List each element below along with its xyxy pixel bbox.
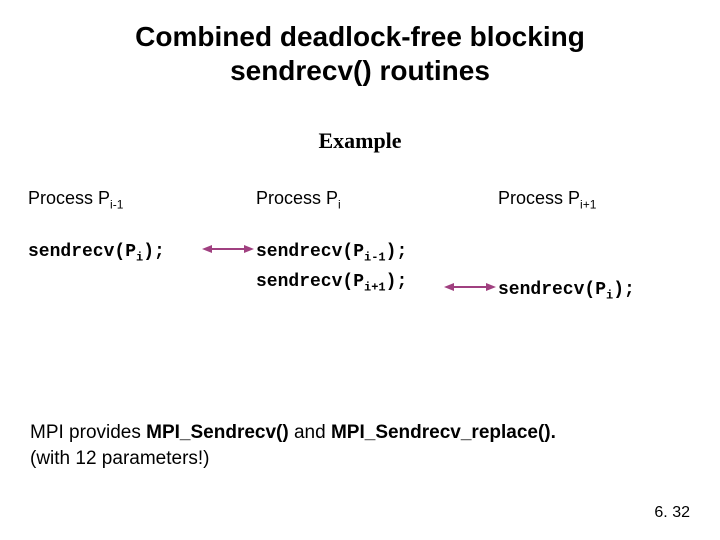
proc-prefix: Process P xyxy=(28,188,110,208)
mpi-fn-2: MPI_Sendrecv_replace(). xyxy=(331,422,556,443)
code-suffix: ); xyxy=(613,280,635,300)
code-mid-2: sendrecv(Pi+1); xyxy=(256,272,476,295)
double-arrow-icon xyxy=(444,280,496,294)
body-line-2: (with 12 parameters!) xyxy=(30,448,210,469)
body-mid: and xyxy=(289,422,331,443)
code-prefix: sendrecv(P xyxy=(256,242,364,262)
code-suffix: ); xyxy=(143,242,165,262)
code-prefix: sendrecv(P xyxy=(498,280,606,300)
double-arrow-icon xyxy=(202,242,254,256)
proc-sub: i+1 xyxy=(580,198,596,212)
code-prefix: sendrecv(P xyxy=(28,242,136,262)
body-text: MPI provides MPI_Sendrecv() and MPI_Send… xyxy=(30,420,690,471)
proc-prefix: Process P xyxy=(498,188,580,208)
body-pre: MPI provides xyxy=(30,422,146,443)
slide: Combined deadlock-free blocking sendrecv… xyxy=(0,0,720,540)
proc-sub: i-1 xyxy=(110,198,123,212)
code-prefix: sendrecv(P xyxy=(256,272,364,292)
process-label-right: Process Pi+1 xyxy=(498,188,708,212)
code-sub: i+1 xyxy=(364,281,386,295)
code-mid-1: sendrecv(Pi-1); xyxy=(256,242,476,265)
title-line-1: Combined deadlock-free blocking xyxy=(135,21,585,52)
code-suffix: ); xyxy=(386,242,408,262)
code-suffix: ); xyxy=(386,272,408,292)
title-line-2: sendrecv() routines xyxy=(230,55,490,86)
proc-sub: i xyxy=(338,198,341,212)
proc-prefix: Process P xyxy=(256,188,338,208)
example-heading: Example xyxy=(0,128,720,154)
process-label-left: Process Pi-1 xyxy=(28,188,238,212)
process-column-mid: Process Pi sendrecv(Pi-1); sendrecv(Pi+1… xyxy=(256,188,476,295)
mpi-fn-1: MPI_Sendrecv() xyxy=(146,422,289,443)
code-right-2: sendrecv(Pi); xyxy=(498,280,708,303)
page-number: 6. 32 xyxy=(654,504,690,522)
code-sub: i-1 xyxy=(364,250,386,264)
slide-title: Combined deadlock-free blocking sendrecv… xyxy=(0,20,720,87)
process-label-mid: Process Pi xyxy=(256,188,476,212)
process-column-right: Process Pi+1 sendrecv(Pi); xyxy=(498,188,708,302)
